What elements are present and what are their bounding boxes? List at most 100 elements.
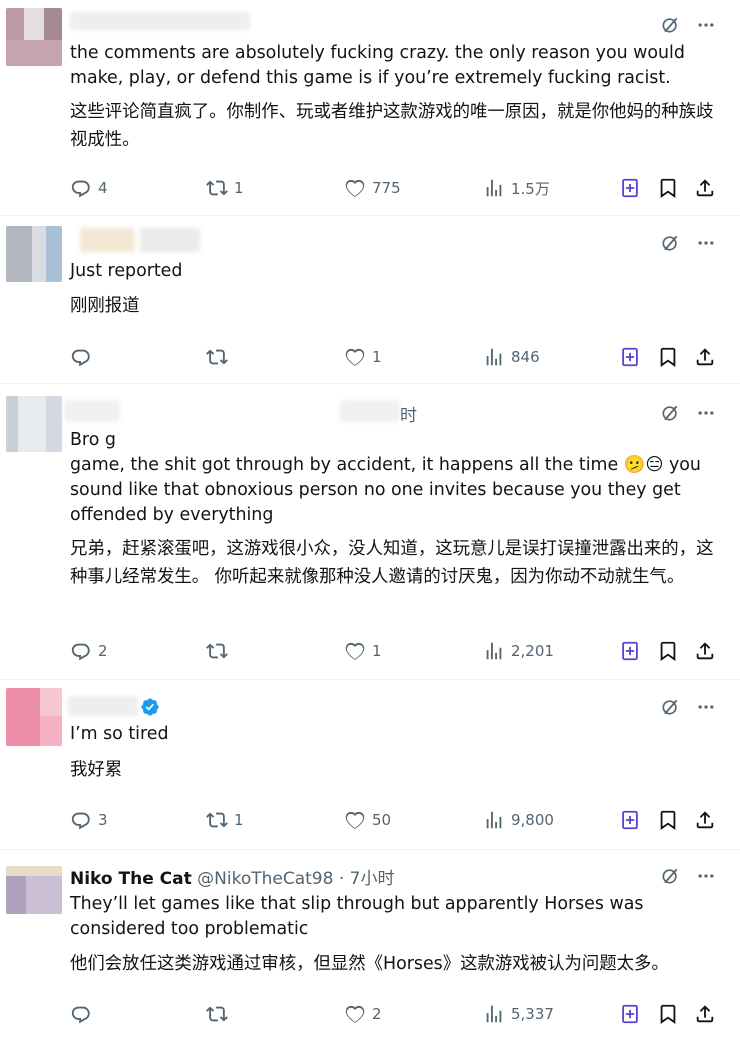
bookmark-button[interactable] [657,1000,679,1028]
reply-button[interactable] [70,1000,98,1028]
author-handle[interactable]: @NikoTheCat98 [197,869,333,889]
retweet-icon [206,346,228,368]
tweet-time[interactable]: · 7小时 [339,869,395,889]
grok-icon[interactable] [660,866,680,886]
reply-button[interactable]: 2 [70,637,108,665]
bookmark-icon [657,809,679,831]
grok-icon[interactable] [660,15,680,35]
like-icon [344,1003,366,1025]
tweet-text: They’ll let games like that slip through… [70,894,644,939]
tweet-translation: 兄弟，赶紧滚蛋吧，这游戏很小众，没人知道，这玩意儿是误打误撞泄露出来的，这种事儿… [70,539,714,587]
reply-button[interactable]: 3 [70,806,108,834]
views-button[interactable]: 846 [483,343,540,371]
share-button[interactable] [694,174,716,202]
author-line[interactable]: Niko The Cat @NikoTheCat98 · 7小时 [70,864,394,889]
avatar[interactable] [6,226,62,282]
like-button[interactable]: 1 [344,343,382,371]
views-count: 9,800 [511,811,554,829]
grok-icon[interactable] [660,697,680,717]
reply-icon [70,346,92,368]
retweet-button[interactable] [206,343,234,371]
share-icon [694,177,716,199]
tweet-text: the comments are absolutely fucking craz… [70,43,685,88]
more-icon[interactable] [696,15,716,35]
retweet-button[interactable] [206,1000,234,1028]
views-button[interactable]: 5,337 [483,1000,554,1028]
share-icon [694,346,716,368]
like-icon [344,177,366,199]
reply-count: 4 [98,179,108,197]
reply-count: 2 [98,642,108,660]
verified-icon [141,698,159,716]
avatar[interactable] [6,866,62,914]
reply-count: 3 [98,811,108,829]
more-icon[interactable] [696,233,716,253]
tweet-3[interactable]: 时 Bro g game, the shit got through by ac… [0,384,740,680]
tweet-translation: 这些评论简直疯了。你制作、玩或者维护这款游戏的唯一原因，就是你他妈的种族歧视成性… [70,102,714,150]
grok-button[interactable] [619,1000,641,1028]
avatar[interactable] [6,396,62,452]
tweet-2[interactable]: Just reported 刚刚报道 1 846 [0,216,740,384]
tweet-1[interactable]: the comments are absolutely fucking craz… [0,0,740,216]
share-button[interactable] [694,806,716,834]
like-button[interactable]: 2 [344,1000,382,1028]
views-count: 2,201 [511,642,554,660]
tweet-actions: 2 5,337 [70,1000,730,1028]
bookmark-button[interactable] [657,806,679,834]
reply-icon [70,177,92,199]
share-button[interactable] [694,343,716,371]
grok-button[interactable] [619,174,641,202]
tweet-actions: 2 1 2,201 [70,637,730,665]
bookmark-icon [657,346,679,368]
grok-button[interactable] [619,806,641,834]
bookmark-button[interactable] [657,637,679,665]
tweet-text-partial: Bro g [70,430,116,450]
tweet-actions: 4 1 775 1.5万 [70,174,730,202]
more-icon[interactable] [696,697,716,717]
avatar[interactable] [6,8,62,66]
like-button[interactable]: 775 [344,174,401,202]
like-button[interactable]: 1 [344,637,382,665]
reply-icon [70,1003,92,1025]
bookmark-icon [657,1003,679,1025]
retweet-button[interactable]: 1 [206,174,244,202]
retweet-icon [206,640,228,662]
share-icon [694,809,716,831]
bookmark-button[interactable] [657,174,679,202]
retweet-button[interactable] [206,637,234,665]
views-button[interactable]: 2,201 [483,637,554,665]
reply-icon [70,809,92,831]
tweet-4[interactable]: I’m so tired 我好累 3 1 50 9,800 [0,680,740,850]
more-icon[interactable] [696,403,716,423]
tweet-translation: 我好累 [70,760,123,780]
tweet-5[interactable]: Niko The Cat @NikoTheCat98 · 7小时 They’ll… [0,850,740,1040]
grok-button[interactable] [619,637,641,665]
tweet-time[interactable]: 时 [400,401,417,426]
reply-button[interactable] [70,343,98,371]
tweet-actions: 1 846 [70,343,730,371]
like-button[interactable]: 50 [344,806,391,834]
tweet-translation: 他们会放任这类游戏通过审核，但显然《Horses》这款游戏被认为问题太多。 [70,954,669,974]
author-name[interactable]: Niko The Cat [70,869,192,889]
like-icon [344,809,366,831]
retweet-count: 1 [234,811,244,829]
views-button[interactable]: 1.5万 [483,174,550,202]
views-icon [483,1003,505,1025]
like-icon [344,346,366,368]
retweet-button[interactable]: 1 [206,806,244,834]
like-count: 1 [372,642,382,660]
bookmark-button[interactable] [657,343,679,371]
grok-icon[interactable] [660,233,680,253]
share-button[interactable] [694,1000,716,1028]
like-count: 2 [372,1005,382,1023]
views-button[interactable]: 9,800 [483,806,554,834]
avatar[interactable] [6,688,62,746]
grok-icon[interactable] [660,403,680,423]
share-icon [694,640,716,662]
share-button[interactable] [694,637,716,665]
grok-button[interactable] [619,343,641,371]
views-icon [483,346,505,368]
tweet-text: Just reported [70,261,183,281]
more-icon[interactable] [696,866,716,886]
reply-button[interactable]: 4 [70,174,108,202]
